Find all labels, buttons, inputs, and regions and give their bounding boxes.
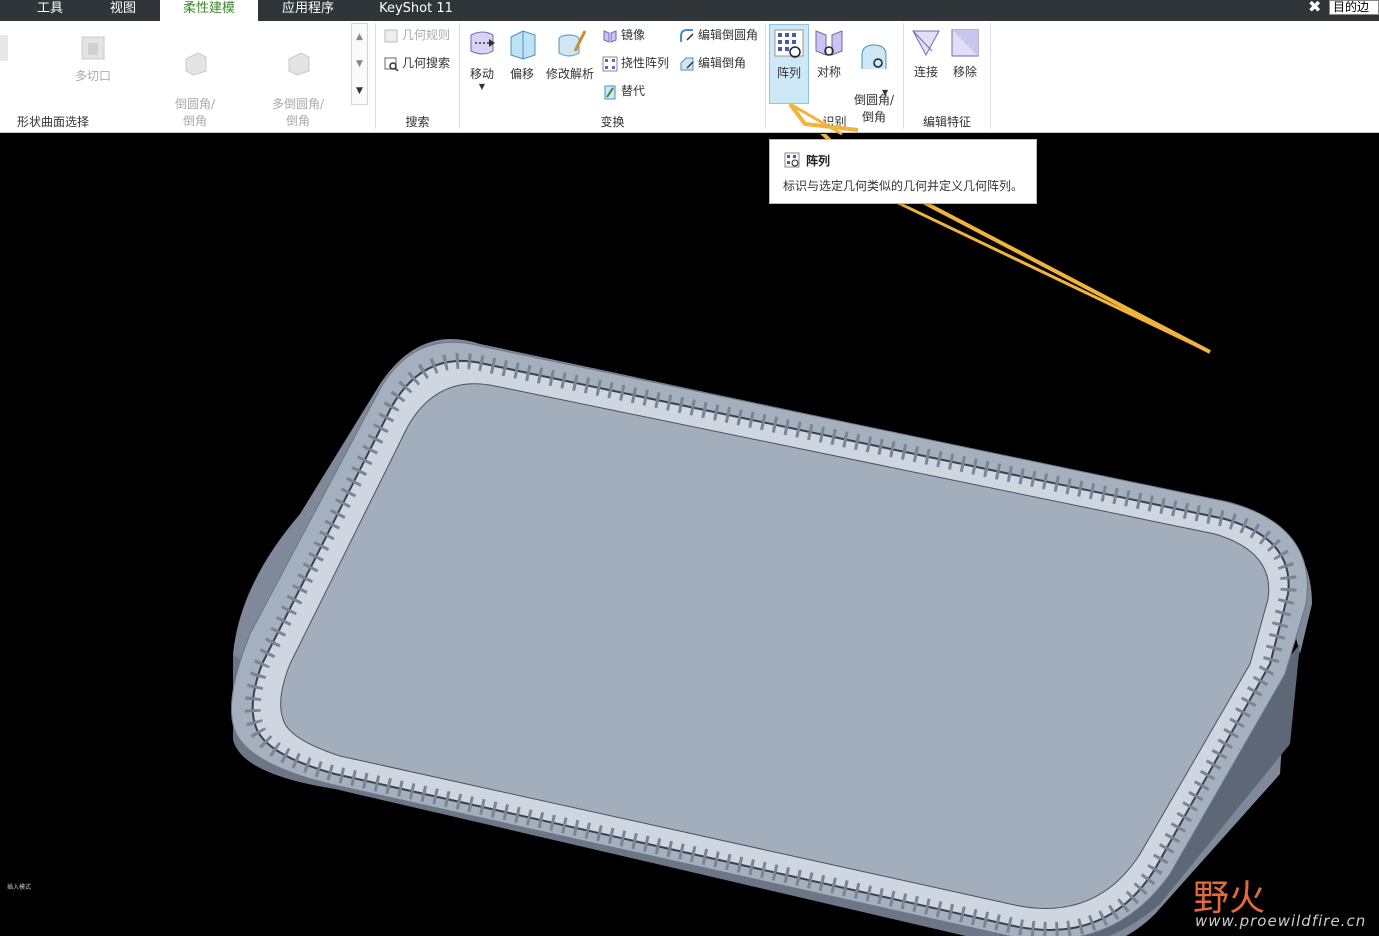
tooltip-title: 阵列	[806, 154, 831, 168]
watermark-url: www.proewildfire.cn	[1195, 912, 1367, 930]
callout-arrow-head	[788, 102, 859, 136]
graphics-viewport[interactable]: 插入模式 野火 www.proewildfire.cn	[0, 134, 1379, 936]
tooltip-description: 标识与选定几何类似的几何并定义几何阵列。	[783, 179, 1024, 193]
model-render	[230, 134, 1312, 936]
arrow-head-icon	[788, 102, 859, 132]
model-inner-face	[280, 383, 1270, 909]
status-corner-text: 插入模式	[7, 884, 32, 891]
array-icon	[784, 152, 800, 168]
arrow-head-line	[789, 102, 843, 136]
array-tooltip: 阵列 标识与选定几何类似的几何并定义几何阵列。	[769, 139, 1037, 204]
